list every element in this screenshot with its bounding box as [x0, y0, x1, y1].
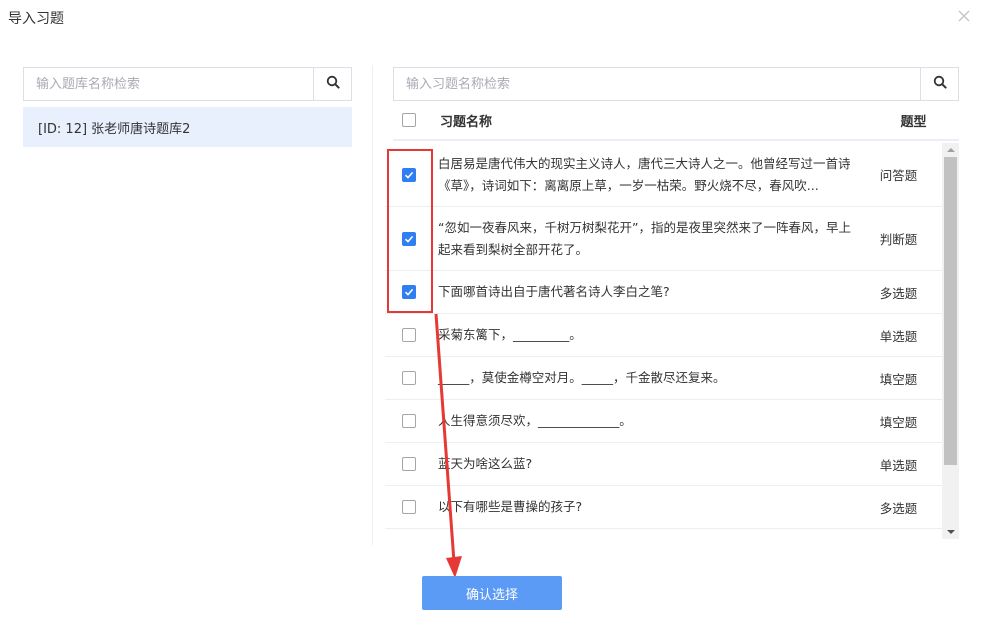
question-search-box — [393, 67, 959, 101]
question-search-input[interactable] — [394, 68, 920, 100]
scroll-up-arrow-icon[interactable] — [942, 143, 959, 157]
row-checkbox[interactable] — [401, 371, 416, 385]
question-type: 多选题 — [879, 285, 918, 301]
bank-item-label: [ID: 12] 张老师唐诗题库2 — [38, 121, 191, 137]
question-name: 下面哪首诗出自于唐代著名诗人李白之笔? — [438, 284, 670, 299]
question-name: 采菊东篱下，_________。 — [438, 327, 582, 342]
question-name: 蓝天为啥这么蓝? — [438, 456, 533, 471]
question-type: 判断题 — [879, 232, 918, 247]
table-row[interactable]: 人生得意须尽欢，_____________。 填空题 — [385, 400, 942, 443]
table-row[interactable]: 蓝天为啥这么蓝? 单选题 — [385, 443, 942, 486]
question-type: 单选题 — [879, 328, 918, 344]
question-type: 填空题 — [879, 414, 918, 430]
table-row[interactable]: 下面哪首诗出自于唐代著名诗人李白之笔? 多选题 — [385, 271, 942, 314]
scroll-down-arrow-icon[interactable] — [942, 525, 959, 539]
question-name: _____，莫使金樽空对月。_____，千金散尽还复来。 — [438, 370, 726, 385]
scrollbar-thumb[interactable] — [944, 157, 957, 465]
table-row[interactable]: 白居易是唐代伟大的现实主义诗人，唐代三大诗人之一。他曾经写过一首诗《草》，诗词如… — [385, 143, 942, 207]
close-icon[interactable] — [954, 6, 974, 26]
annotation-highlight-box — [387, 149, 433, 313]
bank-search-box — [23, 67, 352, 101]
row-checkbox[interactable] — [401, 457, 416, 471]
question-type: 多选题 — [879, 500, 918, 516]
confirm-selection-button[interactable]: 确认选择 — [422, 576, 562, 610]
column-header-name: 习题名称 — [440, 114, 493, 130]
question-name: 人生得意须尽欢，_____________。 — [438, 413, 632, 428]
bank-search-button[interactable] — [313, 68, 351, 100]
row-checkbox[interactable] — [401, 500, 416, 514]
question-search-button[interactable] — [920, 68, 958, 100]
row-checkbox[interactable] — [401, 328, 416, 342]
dialog-title: 导入习题 — [8, 11, 64, 27]
question-name: “忽如一夜春风来，千树万树梨花开”，指的是夜里突然来了一阵春风，早上起来看到梨树… — [438, 219, 851, 257]
table-row[interactable]: _____，莫使金樽空对月。_____，千金散尽还复来。 填空题 — [385, 357, 942, 400]
table-scrollbar[interactable] — [942, 143, 959, 539]
bank-list-item[interactable]: [ID: 12] 张老师唐诗题库2 — [23, 107, 352, 147]
row-checkbox[interactable] — [401, 414, 416, 428]
question-type: 问答题 — [879, 168, 918, 183]
table-header: 习题名称 题型 — [393, 101, 959, 141]
select-all-checkbox[interactable] — [401, 113, 416, 127]
question-type: 单选题 — [879, 457, 918, 473]
question-name: 以下有哪些是曹操的孩子? — [438, 499, 583, 514]
pane-divider — [372, 65, 373, 545]
search-icon — [933, 75, 947, 93]
bank-search-input[interactable] — [24, 68, 313, 100]
search-icon — [326, 75, 340, 93]
question-type: 填空题 — [879, 371, 918, 387]
question-table-body: 白居易是唐代伟大的现实主义诗人，唐代三大诗人之一。他曾经写过一首诗《草》，诗词如… — [385, 143, 959, 539]
question-name: 白居易是唐代伟大的现实主义诗人，唐代三大诗人之一。他曾经写过一首诗《草》，诗词如… — [438, 155, 851, 193]
column-header-type: 题型 — [900, 114, 927, 130]
table-row[interactable]: 以下有哪些是曹操的孩子? 多选题 — [385, 486, 942, 529]
table-row[interactable]: “忽如一夜春风来，千树万树梨花开”，指的是夜里突然来了一阵春风，早上起来看到梨树… — [385, 207, 942, 271]
table-row[interactable]: 采菊东篱下，_________。 单选题 — [385, 314, 942, 357]
